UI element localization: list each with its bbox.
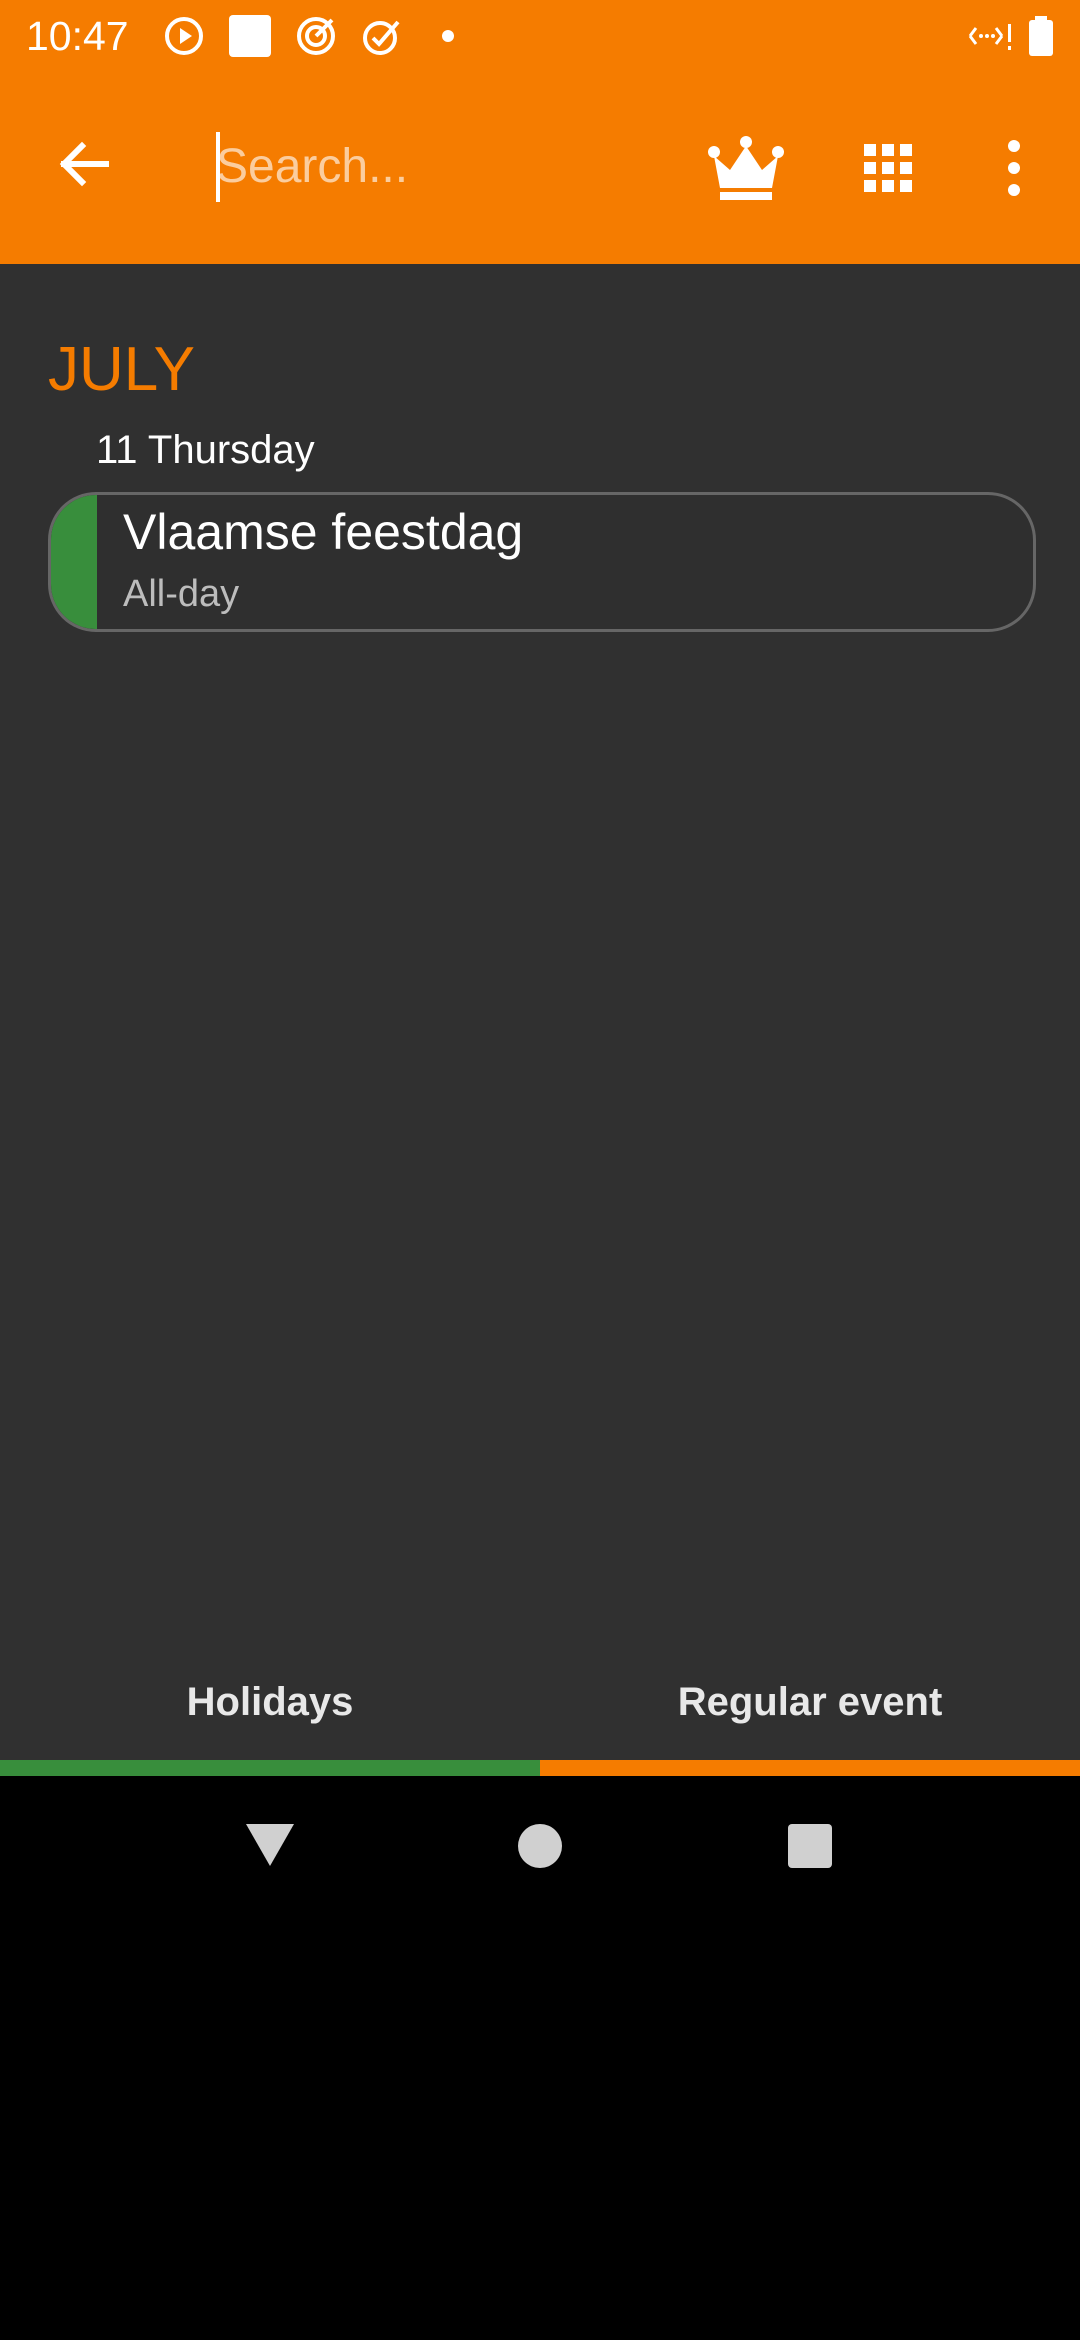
dot-icon bbox=[426, 14, 470, 58]
search-field[interactable] bbox=[216, 126, 666, 206]
premium-button[interactable] bbox=[706, 130, 786, 206]
recents-square-icon bbox=[784, 1820, 836, 1872]
event-title: Vlaamse feestdag bbox=[123, 504, 524, 560]
view-grid-button[interactable] bbox=[850, 130, 926, 206]
battery-icon bbox=[1026, 14, 1056, 58]
legend-label: Holidays bbox=[186, 1680, 354, 1724]
back-arrow-icon bbox=[44, 124, 124, 204]
more-vert-icon bbox=[976, 130, 1052, 206]
crown-icon bbox=[706, 130, 786, 206]
event-time: All-day bbox=[123, 573, 240, 615]
square-icon bbox=[228, 14, 272, 58]
nav-recents-button[interactable] bbox=[784, 1820, 836, 1872]
event-type-legend: Holidays Regular event bbox=[0, 1656, 1080, 1776]
play-circle-icon bbox=[162, 14, 206, 58]
status-time: 10:47 bbox=[26, 13, 129, 59]
agenda-list: JULY 11 Thursday Vlaamse feestdag All-da… bbox=[0, 264, 1080, 1656]
legend-label: Regular event bbox=[677, 1680, 943, 1724]
check-icon bbox=[360, 14, 404, 58]
search-input[interactable] bbox=[216, 126, 666, 206]
more-options-button[interactable] bbox=[976, 130, 1052, 206]
nav-home-button[interactable] bbox=[514, 1820, 566, 1872]
nav-back-button[interactable] bbox=[244, 1820, 296, 1872]
target-icon bbox=[294, 14, 338, 58]
grid-icon bbox=[850, 130, 926, 206]
legend-item-regular-event[interactable]: Regular event bbox=[540, 1656, 1080, 1776]
signal-icon bbox=[962, 14, 1016, 58]
system-nav-bar bbox=[0, 1776, 1080, 1918]
event-color-strip bbox=[51, 495, 97, 629]
month-header: JULY bbox=[48, 335, 196, 404]
legend-color-bar bbox=[0, 1760, 540, 1776]
app-bar bbox=[0, 72, 1080, 264]
screen: 10:47 Search... JULY 11 Thursday Vlaamse… bbox=[0, 0, 1080, 2340]
back-triangle-icon bbox=[244, 1820, 296, 1872]
event-card[interactable]: Vlaamse feestdag All-day bbox=[48, 492, 1036, 632]
home-circle-icon bbox=[514, 1820, 566, 1872]
back-button[interactable] bbox=[44, 124, 124, 204]
text-cursor bbox=[216, 132, 220, 202]
legend-item-holidays[interactable]: Holidays bbox=[0, 1656, 540, 1776]
day-header: 11 Thursday bbox=[96, 428, 315, 472]
legend-color-bar bbox=[540, 1760, 1080, 1776]
status-bar: 10:47 bbox=[0, 0, 1080, 72]
